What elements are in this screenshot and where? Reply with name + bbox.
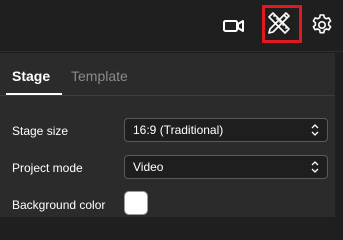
top-toolbar (0, 0, 343, 52)
camera-icon[interactable] (222, 15, 246, 37)
project-mode-label: Project mode (12, 161, 83, 175)
project-mode-select[interactable]: Video (124, 155, 328, 179)
pen-ruler-tool-icon[interactable] (266, 10, 292, 36)
tab-stage[interactable]: Stage (12, 68, 50, 84)
chevron-updown-icon (311, 161, 319, 173)
stage-size-label: Stage size (12, 124, 69, 138)
background-color-swatch[interactable] (124, 191, 148, 215)
background-color-label: Background color (12, 198, 106, 212)
gear-icon[interactable] (310, 13, 334, 37)
tab-template[interactable]: Template (71, 68, 128, 84)
project-mode-value: Video (133, 160, 164, 174)
stage-size-value: 16:9 (Traditional) (133, 123, 224, 137)
chevron-updown-icon (311, 124, 319, 136)
tab-divider (0, 95, 335, 96)
stage-size-select[interactable]: 16:9 (Traditional) (124, 118, 328, 142)
panel-edge (335, 53, 343, 217)
